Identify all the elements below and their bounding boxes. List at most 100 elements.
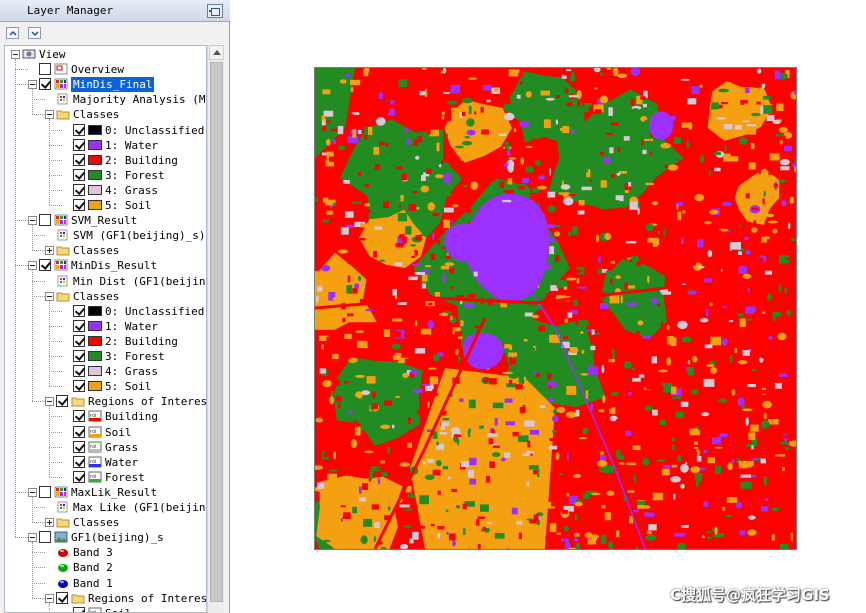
tree-item[interactable]: 3: Forest <box>5 168 206 183</box>
watermark: C搜狐号@疯狂学习GIS <box>670 586 830 604</box>
layer-checkbox[interactable] <box>73 138 85 151</box>
tree-item[interactable]: Classes <box>5 243 206 258</box>
layer-checkbox[interactable] <box>73 123 85 136</box>
layer-checkbox[interactable] <box>39 259 51 272</box>
layer-checkbox[interactable] <box>73 425 85 438</box>
tree-item[interactable]: 5: Soil <box>5 379 206 394</box>
layer-checkbox[interactable] <box>73 334 85 347</box>
folder-icon <box>71 395 85 407</box>
tree-item[interactable]: Band 2 <box>5 560 206 575</box>
layer-checkbox[interactable] <box>73 380 85 393</box>
tree-item[interactable]: 2: Building <box>5 153 206 168</box>
class-color-swatch <box>88 351 102 361</box>
raster-file-icon <box>56 93 70 105</box>
scroll-up-arrow[interactable] <box>209 45 224 60</box>
tree-item[interactable]: 4: Grass <box>5 364 206 379</box>
tree-item[interactable]: Majority Analysis (Min <box>5 92 206 107</box>
tree-guide-line <box>49 446 62 448</box>
tree-item[interactable]: roiSoil <box>5 606 206 612</box>
classification-map[interactable] <box>314 67 797 550</box>
tree-guide-line <box>32 99 45 101</box>
tree-item[interactable]: 0: Unclassified <box>5 304 206 319</box>
expand-icon[interactable] <box>45 246 54 256</box>
expand-icon[interactable] <box>45 518 54 528</box>
pin-icon[interactable] <box>207 4 223 18</box>
tree-item[interactable]: 3: Forest <box>5 349 206 364</box>
tree-item[interactable]: roi Forest <box>5 470 206 485</box>
layer-checkbox[interactable] <box>73 365 85 378</box>
layer-checkbox[interactable] <box>73 606 85 612</box>
layer-checkbox[interactable] <box>73 168 85 181</box>
collapse-icon[interactable] <box>28 533 37 543</box>
tree-item[interactable]: Regions of Interest <box>5 591 206 606</box>
class-color-swatch <box>88 139 102 150</box>
tree-item[interactable]: View <box>5 47 206 62</box>
tree-item[interactable]: Min Dist (GF1(beijing) <box>5 274 206 289</box>
move-layer-down-button[interactable] <box>28 27 41 39</box>
tree-item[interactable]: MinDis_Result <box>5 258 206 273</box>
layer-checkbox[interactable] <box>39 485 51 498</box>
layer-tree-scrollbar[interactable] <box>207 45 224 613</box>
collapse-icon[interactable] <box>45 593 54 603</box>
layer-checkbox[interactable] <box>73 440 85 453</box>
tree-item-label: MinDis_Final <box>71 77 155 93</box>
collapse-icon[interactable] <box>45 110 54 120</box>
layer-checkbox[interactable] <box>73 470 85 483</box>
layer-checkbox[interactable] <box>73 319 85 332</box>
layer-checkbox[interactable] <box>73 199 85 211</box>
layer-checkbox[interactable] <box>39 63 51 76</box>
tree-item[interactable]: 0: Unclassified <box>5 123 206 138</box>
tree-item[interactable]: Regions of Interest <box>5 394 206 409</box>
tree-guide-line <box>15 220 28 222</box>
tree-item[interactable]: 1: Water <box>5 319 206 334</box>
tree-item[interactable]: SVM_Result <box>5 213 206 228</box>
layer-checkbox[interactable] <box>56 395 68 408</box>
band-icon <box>56 577 70 589</box>
roi-icon: roi <box>88 410 102 422</box>
tree-item[interactable]: 2: Building <box>5 334 206 349</box>
layer-checkbox[interactable] <box>73 410 85 423</box>
collapse-icon[interactable] <box>45 291 54 301</box>
layer-checkbox[interactable] <box>39 214 51 227</box>
collapse-icon[interactable] <box>28 216 37 226</box>
tree-item[interactable]: roiSoil <box>5 425 206 440</box>
collapse-icon[interactable] <box>45 397 54 407</box>
layer-tree[interactable]: View Overview MinDis_Final Majority Analysi… <box>4 45 207 613</box>
map-view[interactable] <box>231 0 866 613</box>
tree-item[interactable]: Band 3 <box>5 545 206 560</box>
tree-item[interactable]: GF1(beijing)_s <box>5 530 206 545</box>
collapse-icon[interactable] <box>11 50 20 59</box>
tree-item[interactable]: roi Grass <box>5 440 206 455</box>
tree-item[interactable]: 4: Grass <box>5 183 206 198</box>
tree-item-label: 3: Forest <box>105 168 165 182</box>
tree-item[interactable]: MaxLik_Result <box>5 485 206 500</box>
tree-item[interactable]: 1: Water <box>5 138 206 153</box>
tree-item[interactable]: Overview <box>5 62 206 77</box>
tree-item[interactable]: SVM (GF1(beijing)_s) <box>5 228 206 243</box>
tree-guide-line <box>32 89 33 115</box>
tree-item[interactable]: Classes <box>5 289 206 304</box>
tree-item[interactable]: MinDis_Final <box>5 77 206 93</box>
layer-checkbox[interactable] <box>73 183 85 196</box>
layer-checkbox[interactable] <box>73 304 85 317</box>
tree-item[interactable]: 5: Soil <box>5 198 206 213</box>
layer-checkbox[interactable] <box>73 153 85 166</box>
tree-item[interactable]: Classes <box>5 107 206 122</box>
layer-checkbox[interactable] <box>39 531 51 544</box>
tree-guide-line <box>32 522 45 524</box>
layer-checkbox[interactable] <box>39 78 51 91</box>
layer-checkbox[interactable] <box>73 455 85 468</box>
tree-item[interactable]: Band 1 <box>5 576 206 591</box>
tree-item[interactable]: roi Water <box>5 455 206 470</box>
layer-checkbox[interactable] <box>73 350 85 362</box>
tree-item[interactable]: roi Building <box>5 409 206 424</box>
move-layer-up-button[interactable] <box>6 27 19 39</box>
layer-checkbox[interactable] <box>56 591 68 604</box>
tree-item[interactable]: Max Like (GF1(beijing) <box>5 500 206 515</box>
collapse-icon[interactable] <box>28 487 37 497</box>
collapse-icon[interactable] <box>28 261 37 271</box>
tree-item-label: 1: Water <box>105 319 158 333</box>
collapse-icon[interactable] <box>28 80 37 90</box>
scroll-thumb[interactable] <box>210 62 223 602</box>
tree-item[interactable]: Classes <box>5 515 206 530</box>
